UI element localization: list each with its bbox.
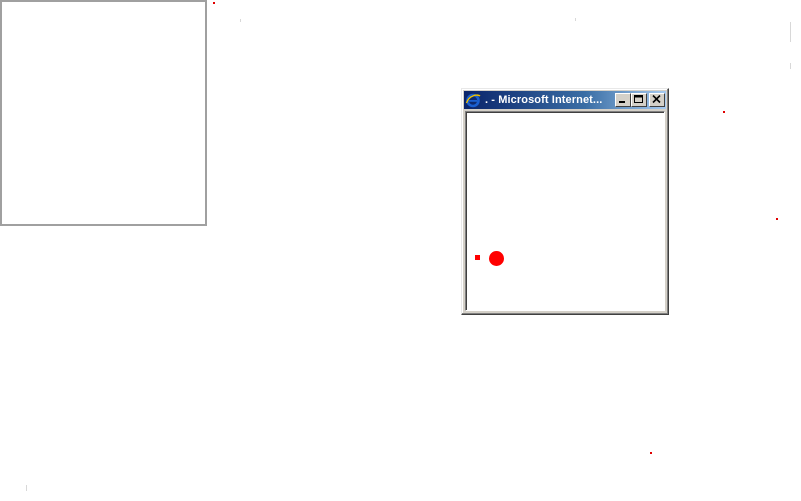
minimize-button[interactable] [615,93,631,107]
ie-popup-window[interactable]: . - Microsoft Internet... [461,88,669,315]
close-button[interactable] [649,93,665,107]
desktop-canvas: . - Microsoft Internet... [0,0,801,501]
minimize-icon [618,91,628,109]
window-controls [615,93,665,107]
internet-explorer-icon [465,92,481,108]
stray-tick-mark [575,18,576,21]
stray-tick-mark [240,19,241,22]
stray-tick-mark [790,22,791,42]
window-content-area[interactable] [465,111,665,311]
stray-red-dot [213,2,215,4]
maximize-icon [634,91,644,109]
red-square-marker [475,255,480,260]
red-circle-marker [489,251,504,266]
close-icon [652,91,662,109]
stray-red-dot [776,218,778,220]
window-titlebar[interactable]: . - Microsoft Internet... [464,91,666,109]
stray-red-dot [723,111,725,113]
stray-red-dot [650,452,652,454]
left-frame-panel [0,0,207,226]
stray-tick-mark [790,63,791,69]
maximize-button[interactable] [631,93,647,107]
stray-tick-mark [26,485,27,491]
window-title: . - Microsoft Internet... [485,94,603,106]
